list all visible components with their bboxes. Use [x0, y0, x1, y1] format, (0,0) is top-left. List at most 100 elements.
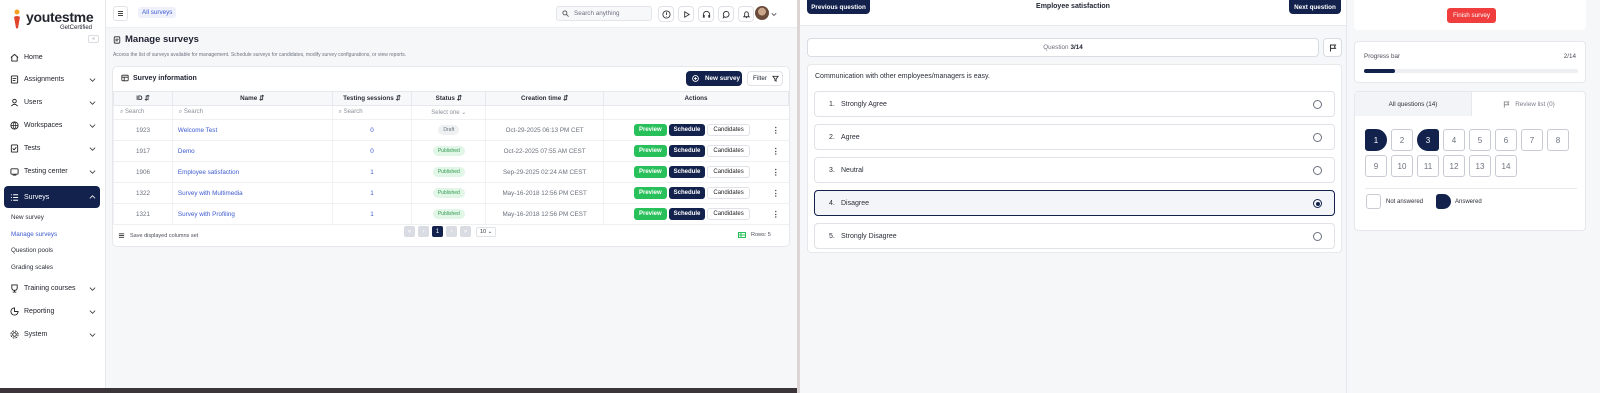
global-search-input[interactable]: Search anything — [556, 6, 652, 21]
survey-name-link[interactable]: Demo — [171, 140, 333, 162]
nav-workspaces[interactable]: Workspaces — [4, 114, 100, 136]
option-radio[interactable] — [1313, 100, 1322, 109]
last-page-button[interactable]: » — [460, 226, 471, 237]
column-header-sessions[interactable]: Testing sessions ⇵ — [331, 91, 413, 106]
more-actions-icon[interactable]: ⋮ — [772, 189, 780, 198]
answer-option[interactable]: 5. Strongly Disagree — [814, 223, 1335, 249]
schedule-button[interactable]: Schedule — [668, 145, 706, 157]
question-nav-button[interactable]: 11 — [1417, 155, 1439, 177]
first-page-button[interactable]: « — [404, 226, 415, 237]
candidates-button[interactable]: Candidates — [707, 166, 750, 178]
collapse-sidebar-button[interactable]: « — [88, 35, 99, 43]
candidates-button[interactable]: Candidates — [707, 145, 750, 157]
preview-button[interactable]: Preview — [633, 166, 667, 178]
testing-sessions-link[interactable]: 1 — [331, 182, 412, 204]
new-survey-button[interactable]: New survey — [686, 71, 742, 86]
candidates-button[interactable]: Candidates — [707, 124, 750, 136]
nav-tests[interactable]: Tests — [4, 137, 100, 159]
column-header-status[interactable]: Status ⇵ — [411, 91, 487, 106]
survey-name-link[interactable]: Welcome Test — [171, 119, 333, 141]
more-actions-icon[interactable]: ⋮ — [772, 210, 780, 219]
question-nav-button[interactable]: 3 — [1417, 129, 1439, 151]
more-actions-icon[interactable]: ⋮ — [772, 147, 780, 156]
option-radio[interactable] — [1313, 199, 1322, 208]
save-columns-button[interactable]: Save displayed columns set — [118, 232, 198, 239]
candidates-button[interactable]: Candidates — [707, 187, 750, 199]
schedule-button[interactable]: Schedule — [668, 187, 706, 199]
option-radio[interactable] — [1313, 232, 1322, 241]
current-page-button[interactable]: 1 — [432, 226, 443, 237]
nav-surveys[interactable]: Surveys — [4, 186, 100, 208]
survey-name-link[interactable]: Employee satisfaction — [171, 161, 333, 183]
nav-home[interactable]: Home — [4, 46, 100, 68]
question-nav-button[interactable]: 12 — [1443, 155, 1465, 177]
answer-option[interactable]: 2. Agree — [814, 124, 1335, 150]
nav-manage-surveys[interactable]: Manage surveys — [11, 231, 57, 238]
menu-button[interactable] — [113, 6, 128, 21]
question-nav-button[interactable]: 14 — [1495, 155, 1517, 177]
nav-reporting[interactable]: Reporting — [4, 300, 100, 322]
nav-assignments[interactable]: Assignments — [4, 68, 100, 90]
survey-name-link[interactable]: Survey with Profiling — [171, 203, 333, 225]
name-filter-input[interactable]: ⌕ Search — [171, 105, 333, 120]
question-nav-button[interactable]: 9 — [1365, 155, 1387, 177]
testing-sessions-link[interactable]: 0 — [331, 119, 412, 141]
alert-button[interactable] — [658, 6, 674, 22]
answer-option[interactable]: 3. Neutral — [814, 157, 1335, 183]
column-header-name[interactable]: Name ⇵ — [171, 91, 333, 106]
option-radio[interactable] — [1313, 133, 1322, 142]
finish-survey-button[interactable]: Finish survey — [1447, 8, 1496, 23]
survey-name-link[interactable]: Survey with Multimedia — [171, 182, 333, 204]
notifications-button[interactable] — [738, 6, 754, 22]
preview-button[interactable]: Preview — [633, 208, 667, 220]
chevron-down-icon[interactable] — [771, 11, 777, 17]
question-nav-button[interactable]: 6 — [1495, 129, 1517, 151]
column-header-id[interactable]: ID ⇵ — [113, 91, 173, 106]
preview-button[interactable]: Preview — [633, 145, 667, 157]
more-actions-icon[interactable]: ⋮ — [772, 126, 780, 135]
nav-question-pools[interactable]: Question pools — [11, 247, 53, 254]
testing-sessions-link[interactable]: 1 — [331, 161, 412, 183]
next-page-button[interactable]: › — [446, 226, 457, 237]
question-nav-button[interactable]: 7 — [1521, 129, 1543, 151]
question-nav-button[interactable]: 1 — [1365, 129, 1387, 151]
tab-review-list[interactable]: Review list (0) — [1472, 92, 1586, 116]
schedule-button[interactable]: Schedule — [668, 124, 706, 136]
column-header-created[interactable]: Creation time ⇵ — [485, 91, 604, 106]
previous-question-button[interactable]: Previous question — [807, 0, 870, 14]
nav-testing-center[interactable]: Testing center — [4, 160, 100, 182]
play-button[interactable] — [678, 6, 694, 22]
tab-all-questions[interactable]: All questions (14) — [1355, 92, 1472, 116]
nav-new-survey[interactable]: New survey — [11, 214, 44, 221]
id-filter-input[interactable]: ⌕ Search — [113, 105, 173, 120]
answer-option[interactable]: 1. Strongly Agree — [814, 91, 1335, 117]
question-nav-button[interactable]: 5 — [1469, 129, 1491, 151]
option-radio[interactable] — [1313, 166, 1322, 175]
avatar[interactable] — [755, 6, 769, 20]
breadcrumb[interactable]: All surveys — [138, 7, 177, 18]
nav-users[interactable]: Users — [4, 91, 100, 113]
next-question-button[interactable]: Next question — [1289, 0, 1341, 14]
candidates-button[interactable]: Candidates — [707, 208, 750, 220]
more-actions-icon[interactable]: ⋮ — [772, 168, 780, 177]
testing-sessions-link[interactable]: 0 — [331, 140, 412, 162]
page-size-select[interactable]: 10 ⌄ — [476, 226, 497, 237]
schedule-button[interactable]: Schedule — [668, 208, 706, 220]
nav-system[interactable]: System — [4, 323, 100, 345]
chat-button[interactable] — [718, 6, 734, 22]
question-nav-button[interactable]: 13 — [1469, 155, 1491, 177]
flag-question-button[interactable] — [1323, 38, 1342, 57]
question-nav-button[interactable]: 4 — [1443, 129, 1465, 151]
filter-button[interactable]: Filter — [747, 71, 783, 86]
answer-option[interactable]: 4. Disagree — [814, 190, 1335, 216]
nav-grading-scales[interactable]: Grading scales — [11, 264, 53, 271]
question-nav-button[interactable]: 8 — [1547, 129, 1569, 151]
question-nav-button[interactable]: 2 — [1391, 129, 1413, 151]
question-nav-button[interactable]: 10 — [1391, 155, 1413, 177]
schedule-button[interactable]: Schedule — [668, 166, 706, 178]
testing-sessions-link[interactable]: 1 — [331, 203, 412, 225]
support-button[interactable] — [698, 6, 714, 22]
nav-training-courses[interactable]: Training courses — [4, 277, 100, 299]
preview-button[interactable]: Preview — [633, 124, 667, 136]
status-filter-select[interactable]: Select one ⌄ — [411, 105, 486, 120]
